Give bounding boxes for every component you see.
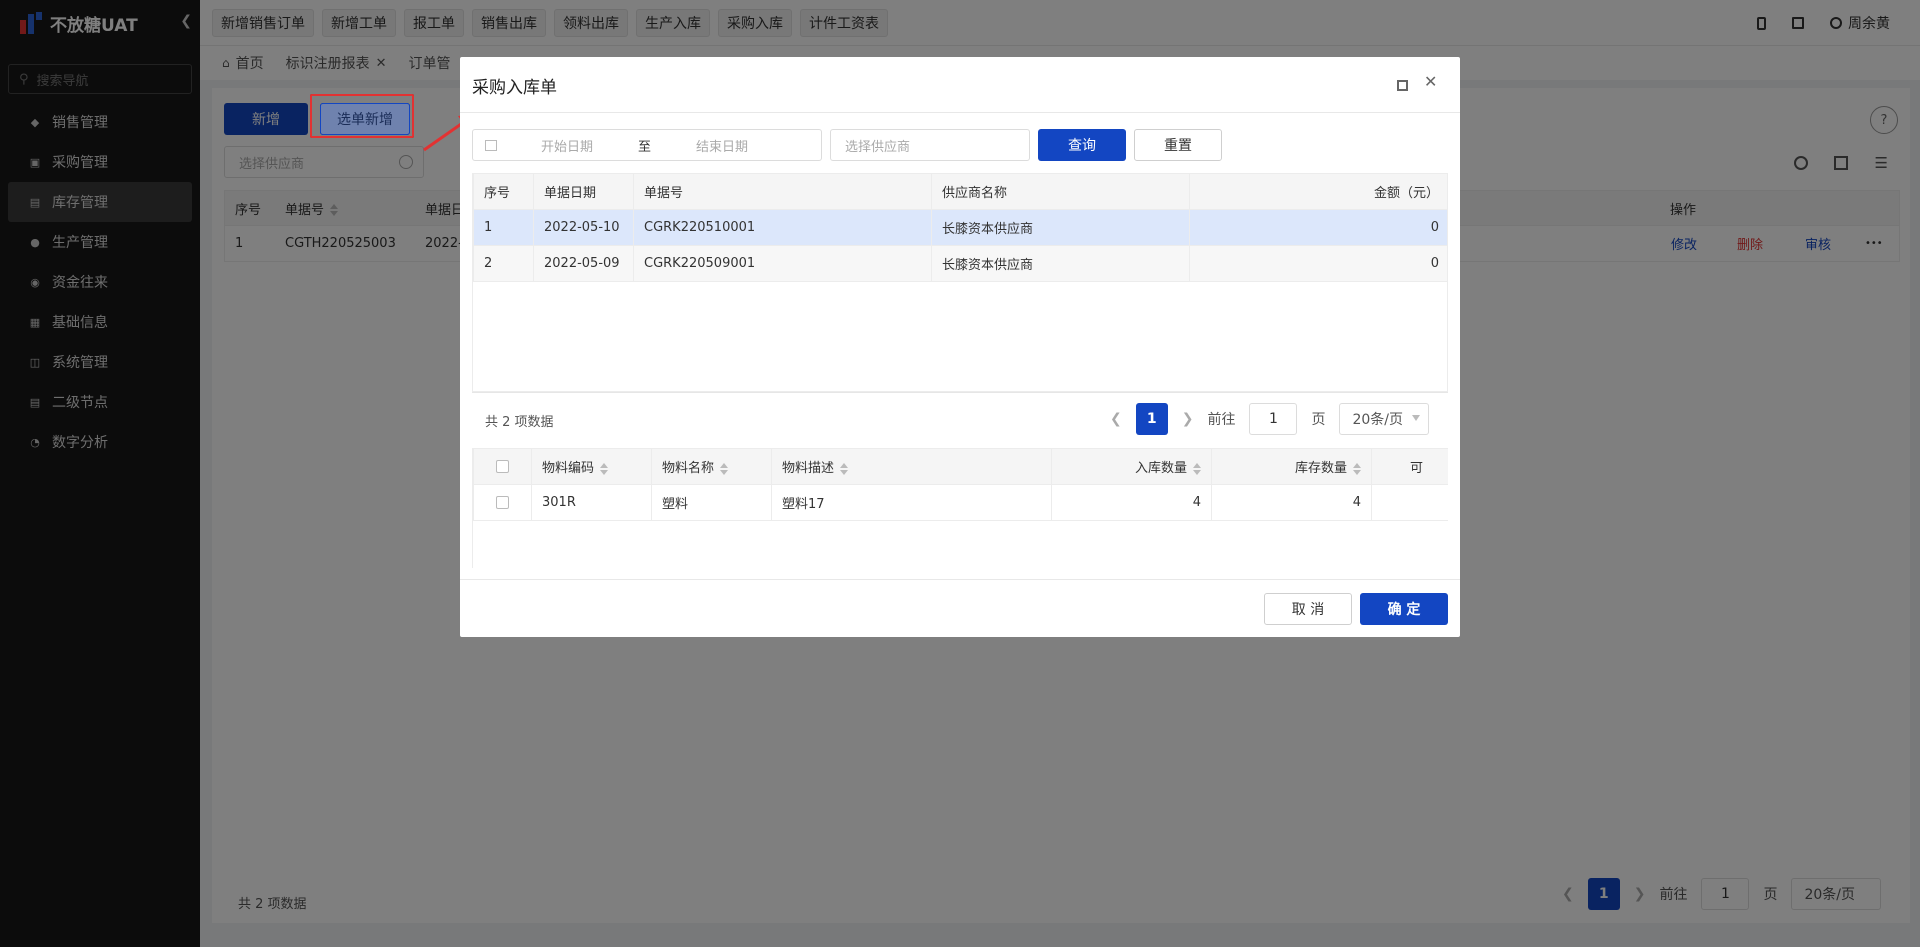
orders-total: 共 2 项数据 [485, 415, 554, 430]
row-supplier: 长膝资本供应商 [931, 245, 1190, 282]
row-stock-qty: 4 [1211, 484, 1372, 521]
end-date-input[interactable]: 结束日期 [672, 136, 772, 155]
row-index: 1 [473, 209, 534, 246]
row-amount: 0 [1189, 245, 1447, 282]
range-separator: 至 [637, 139, 651, 155]
column-header: 供应商名称 [931, 173, 1190, 210]
row-material-name: 塑料 [651, 484, 772, 521]
date-range-picker[interactable]: 开始日期 至 结束日期 [472, 129, 822, 161]
row-index: 2 [473, 245, 534, 282]
chevron-down-icon [1412, 415, 1421, 425]
supplier-select[interactable]: 选择供应商 [830, 129, 1030, 161]
next-page-icon[interactable]: ❯ [1182, 411, 1194, 427]
column-header: 金额（元） [1189, 173, 1447, 210]
page-size-label: 20条/页 [1352, 412, 1403, 428]
column-label: 物料名称 [662, 461, 715, 476]
confirm-button[interactable]: 确 定 [1360, 593, 1448, 625]
goto-label: 前往 [1207, 412, 1236, 428]
row-amount: 0 [1189, 209, 1447, 246]
cancel-button[interactable]: 取 消 [1264, 593, 1352, 625]
modal-title: 采购入库单 [472, 78, 557, 98]
annotation-box [310, 94, 414, 138]
start-date-input[interactable]: 开始日期 [517, 136, 617, 155]
page-size-select[interactable]: 20条/页 [1339, 403, 1430, 435]
sort-icon[interactable] [1193, 462, 1201, 475]
orders-pagination: ❮ 1 ❯ 前往 1 页 20条/页 [1110, 403, 1430, 435]
column-header[interactable]: 入库数量 [1051, 448, 1212, 485]
table-row[interactable]: 2 2022-05-09 CGRK220509001 长膝资本供应商 0 [473, 245, 1447, 282]
column-header[interactable]: 物料编码 [531, 448, 652, 485]
query-button[interactable]: 查询 [1038, 129, 1126, 161]
sort-icon[interactable] [720, 462, 729, 475]
column-header: 序号 [473, 173, 534, 210]
prev-page-icon[interactable]: ❮ [1110, 411, 1122, 427]
row-in-qty: 4 [1051, 484, 1212, 521]
supplier-placeholder: 选择供应商 [845, 139, 911, 155]
row-material-desc: 塑料17 [771, 484, 1052, 521]
materials-table-wrap: 物料编码 物料名称 物料描述 入库数量 库存数量 可 301R 塑料 塑料17 … [472, 448, 1448, 568]
table-row[interactable]: 301R 塑料 塑料17 4 4 [473, 484, 1448, 521]
column-header: 单据日期 [533, 173, 634, 210]
column-header[interactable]: 物料描述 [771, 448, 1052, 485]
purchase-inbound-modal: 采购入库单 ✕ 开始日期 至 结束日期 选择供应商 查询 重置 序号 单据日期 … [460, 57, 1460, 637]
calendar-icon [485, 139, 497, 151]
column-header[interactable]: 库存数量 [1211, 448, 1372, 485]
column-label: 可 [1409, 461, 1423, 476]
sort-icon[interactable] [1353, 462, 1361, 475]
column-label: 库存数量 [1294, 461, 1347, 476]
row-doc-no: CGRK220509001 [633, 245, 932, 282]
select-all-checkbox[interactable] [473, 448, 532, 485]
row-supplier: 长膝资本供应商 [931, 209, 1190, 246]
checkbox[interactable] [496, 496, 509, 509]
close-icon[interactable]: ✕ [1424, 72, 1437, 91]
goto-page-input[interactable]: 1 [1249, 403, 1298, 435]
orders-table-wrap: 序号 单据日期 单据号 供应商名称 金额（元） 1 2022-05-10 CGR… [472, 173, 1448, 392]
column-label: 物料描述 [782, 461, 835, 476]
checkbox[interactable] [496, 460, 509, 473]
modal-divider [460, 112, 1460, 113]
column-header: 可 [1371, 448, 1448, 485]
modal-footer-line [460, 579, 1460, 580]
row-doc-no: CGRK220510001 [633, 209, 932, 246]
orders-footer-line [472, 392, 1448, 393]
current-page[interactable]: 1 [1135, 403, 1168, 435]
sort-icon[interactable] [600, 462, 609, 475]
row-checkbox[interactable] [473, 484, 532, 521]
page-unit: 页 [1311, 412, 1326, 428]
row-material-code: 301R [531, 484, 652, 521]
fullscreen-icon[interactable] [1397, 80, 1408, 91]
column-header[interactable]: 物料名称 [651, 448, 772, 485]
row-date: 2022-05-09 [533, 245, 634, 282]
column-header: 单据号 [633, 173, 932, 210]
reset-button[interactable]: 重置 [1134, 129, 1222, 161]
row-extra [1371, 484, 1448, 521]
sort-icon[interactable] [840, 462, 849, 475]
column-label: 物料编码 [542, 461, 595, 476]
table-row[interactable]: 1 2022-05-10 CGRK220510001 长膝资本供应商 0 [473, 209, 1447, 246]
column-label: 入库数量 [1134, 461, 1187, 476]
row-date: 2022-05-10 [533, 209, 634, 246]
